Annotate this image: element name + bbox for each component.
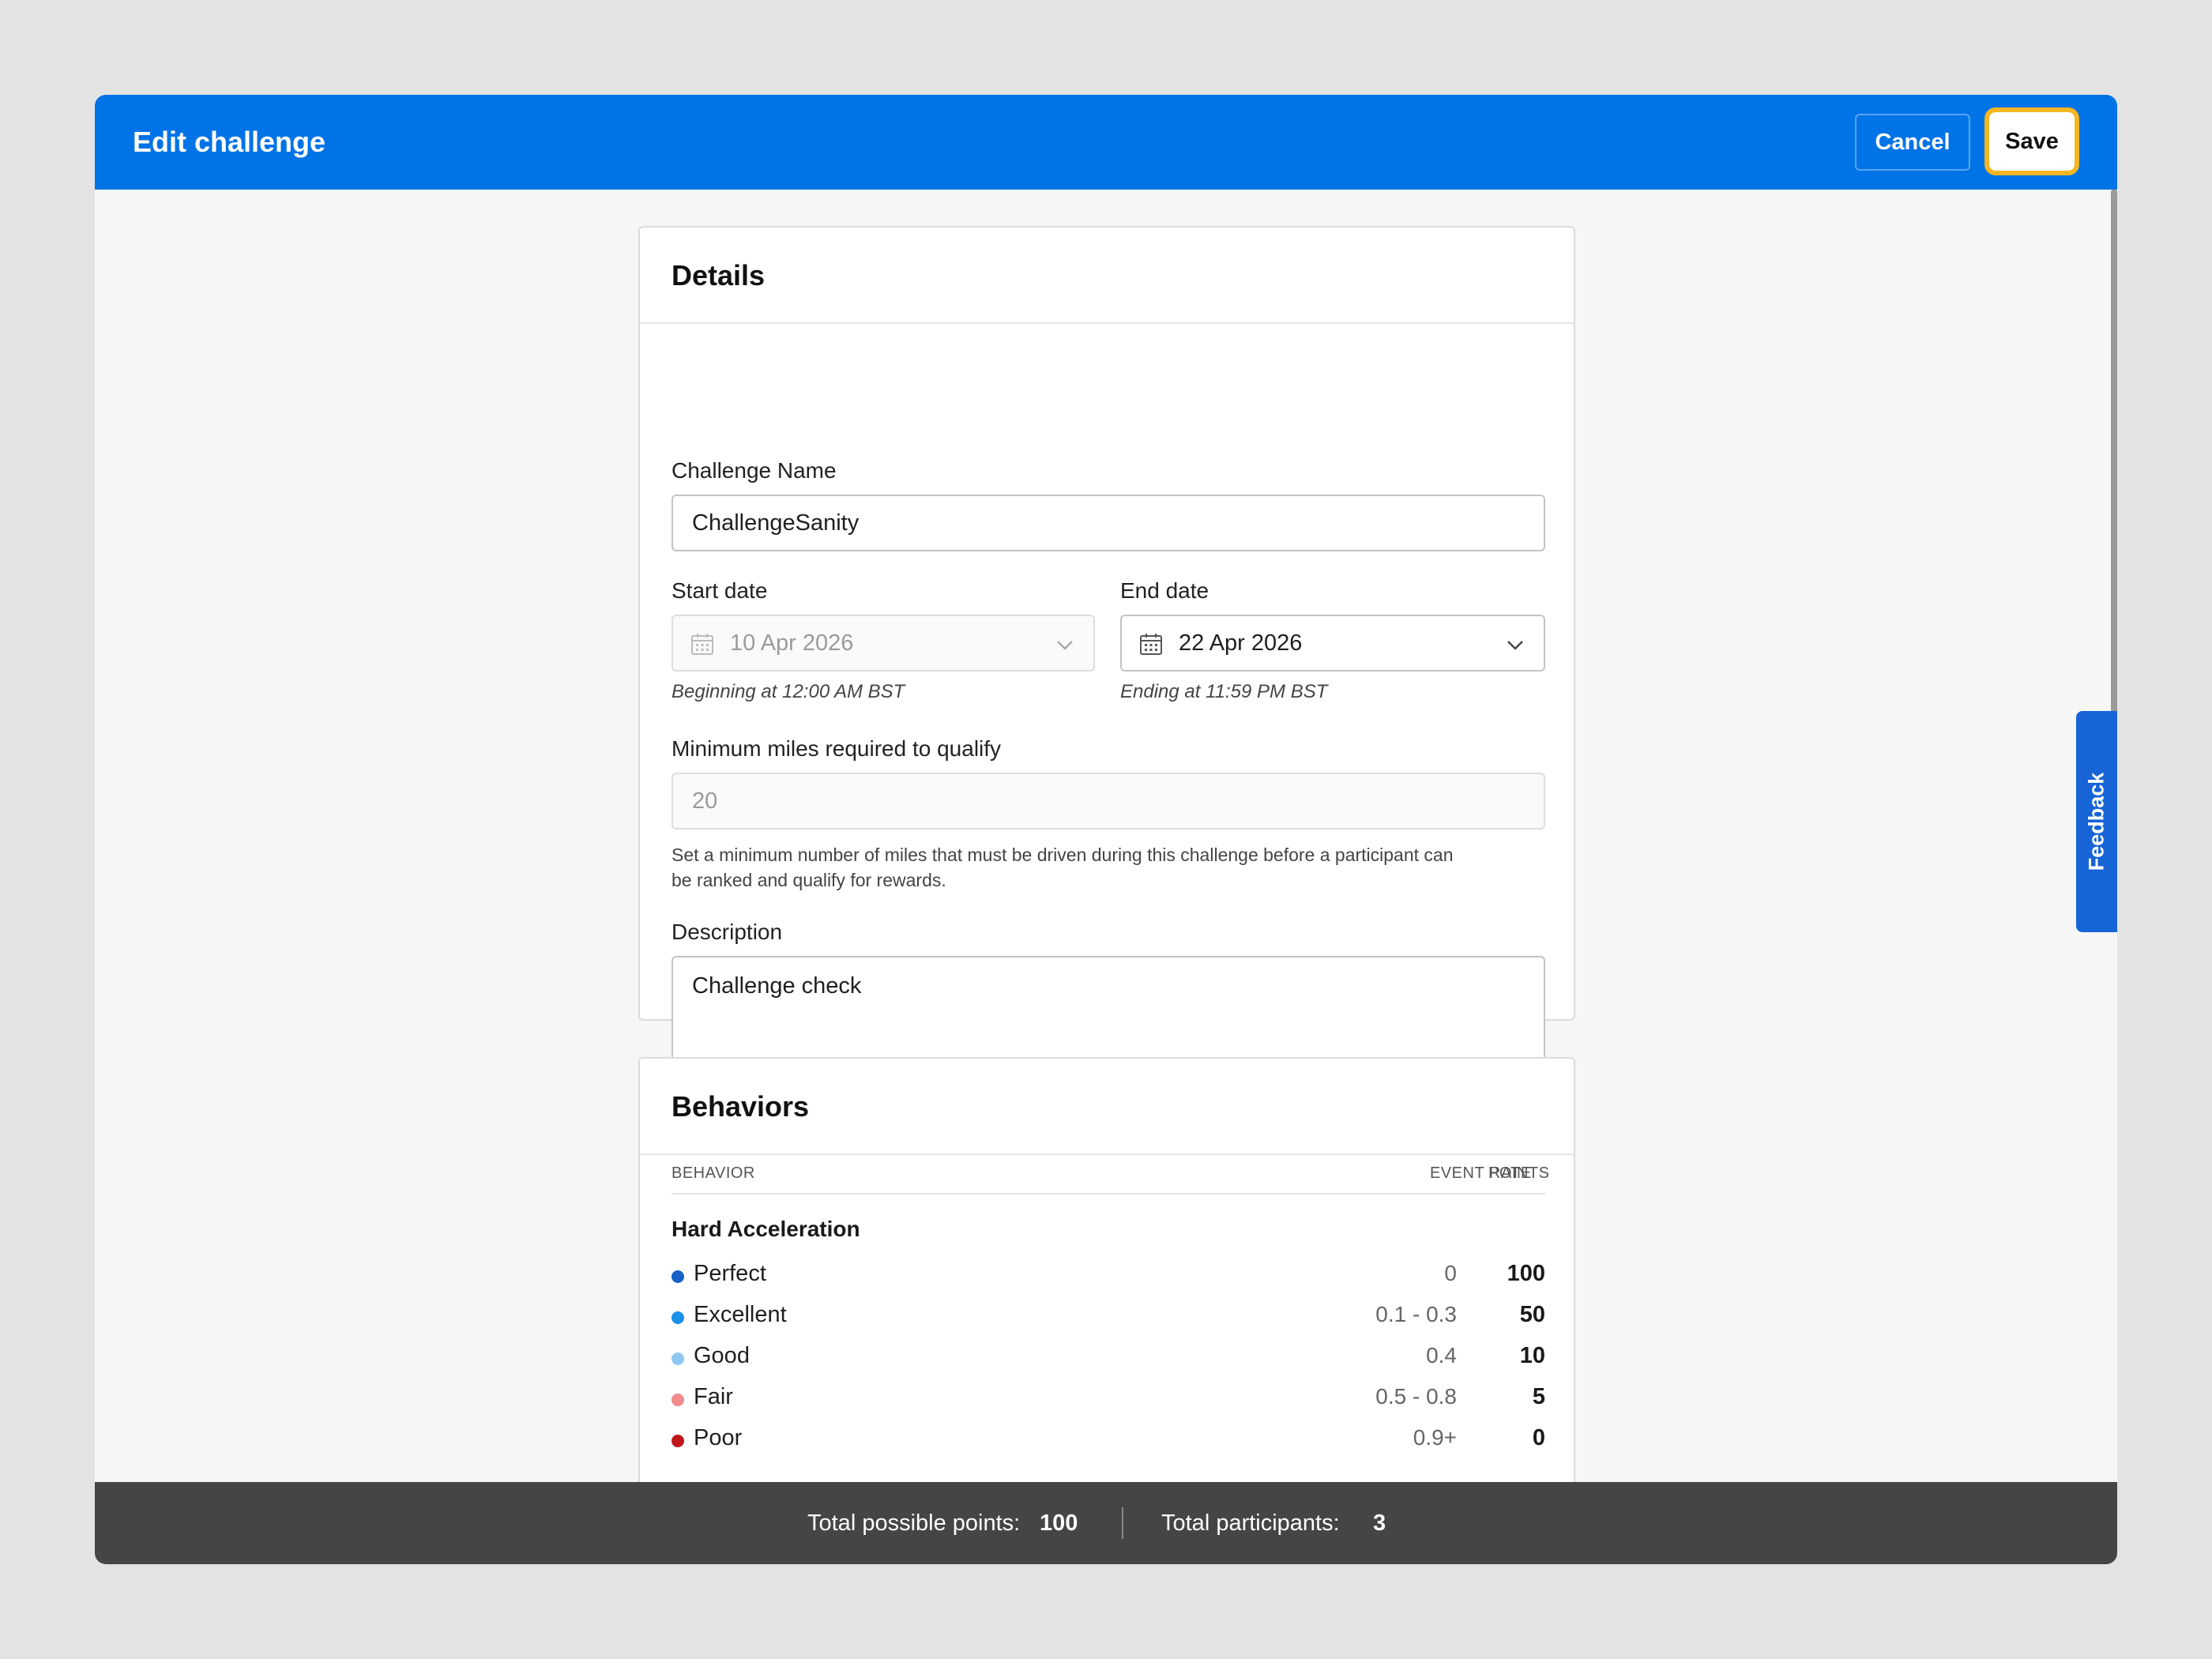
behavior-group-title: Hard Acceleration	[672, 1217, 860, 1241]
feedback-label: Feedback	[2084, 772, 2109, 871]
event-rate: 0.1 - 0.3	[1375, 1302, 1457, 1326]
table-row: Perfect 0 100	[672, 1261, 1545, 1296]
table-row: Poor 0.9+ 0	[672, 1425, 1545, 1460]
min-miles-input[interactable]: 20	[672, 773, 1545, 830]
start-date-value: 10 Apr 2026	[730, 630, 854, 656]
page-title: Edit challenge	[133, 126, 326, 158]
total-participants-value: 3	[1373, 1510, 1386, 1536]
min-miles-help-line2: be ranked and qualify for rewards.	[672, 870, 946, 890]
total-participants-label: Total participants:	[1161, 1510, 1340, 1536]
start-date-label: Start date	[672, 578, 768, 603]
feedback-tab[interactable]: Feedback	[2076, 711, 2117, 932]
min-miles-help: Set a minimum number of miles that must …	[672, 842, 1548, 893]
points: 5	[1532, 1384, 1545, 1409]
event-rate: 0.5 - 0.8	[1375, 1384, 1457, 1409]
behavior-level: Good	[694, 1343, 750, 1368]
event-rate: 0.4	[1426, 1343, 1457, 1367]
table-row: Good 0.4 10	[672, 1343, 1545, 1378]
event-rate: 0	[1444, 1261, 1457, 1285]
calendar-icon	[691, 634, 713, 655]
start-date-picker[interactable]: 10 Apr 2026	[672, 615, 1095, 672]
save-button[interactable]: Save	[1984, 107, 2079, 175]
edit-challenge-window: Edit challenge Cancel Save Feedback Deta…	[95, 95, 2117, 1564]
divider	[640, 1153, 1574, 1155]
details-title: Details	[672, 259, 766, 292]
table-row: Excellent 0.1 - 0.3 50	[672, 1302, 1545, 1337]
end-date-label: End date	[1120, 578, 1209, 603]
challenge-name-input[interactable]: ChallengeSanity	[672, 495, 1545, 551]
points: 10	[1519, 1343, 1545, 1368]
end-date-value: 22 Apr 2026	[1179, 630, 1303, 656]
details-card: Details Challenge Name ChallengeSanity S…	[638, 226, 1575, 1078]
description-value: Challenge check	[692, 973, 862, 999]
end-date-hint: Ending at 11:59 PM BST	[1120, 681, 1328, 702]
behaviors-title: Behaviors	[672, 1090, 810, 1123]
total-points-value: 100	[1040, 1510, 1078, 1536]
chevron-down-icon	[1507, 641, 1523, 650]
table-row: Fair 0.5 - 0.8 5	[672, 1384, 1545, 1419]
min-miles-value: 20	[692, 788, 718, 814]
chevron-down-icon	[1057, 641, 1073, 650]
fair-dot-icon	[672, 1394, 684, 1406]
end-date-picker[interactable]: 22 Apr 2026	[1120, 615, 1545, 672]
behavior-level: Excellent	[694, 1302, 787, 1327]
behavior-level: Fair	[694, 1384, 733, 1409]
footer-divider	[1122, 1507, 1123, 1539]
scrollbar[interactable]	[2111, 190, 2117, 758]
min-miles-help-line1: Set a minimum number of miles that must …	[672, 845, 1454, 865]
challenge-name-label: Challenge Name	[672, 458, 837, 483]
total-points-label: Total possible points:	[807, 1510, 1021, 1536]
perfect-dot-icon	[672, 1270, 684, 1283]
good-dot-icon	[672, 1352, 684, 1365]
min-miles-label: Minimum miles required to qualify	[672, 736, 1002, 761]
table-header-divider	[672, 1193, 1545, 1194]
points: 50	[1519, 1302, 1545, 1327]
behavior-level: Perfect	[694, 1261, 766, 1286]
points: 100	[1507, 1261, 1545, 1286]
header-bar: Edit challenge Cancel Save	[95, 95, 2117, 190]
start-date-hint: Beginning at 12:00 AM BST	[672, 681, 905, 702]
summary-footer: Total possible points: 100 Total partici…	[95, 1482, 2117, 1564]
poor-dot-icon	[672, 1435, 684, 1447]
cancel-button[interactable]: Cancel	[1855, 114, 1970, 171]
divider	[640, 322, 1574, 324]
points: 0	[1532, 1425, 1545, 1450]
calendar-icon	[1140, 634, 1162, 655]
event-rate: 0.9+	[1413, 1425, 1457, 1450]
challenge-name-value: ChallengeSanity	[692, 510, 860, 536]
behavior-level: Poor	[694, 1425, 743, 1450]
description-label: Description	[672, 920, 783, 944]
column-header-behavior: BEHAVIOR	[672, 1164, 755, 1182]
column-header-points: POINTS	[1488, 1164, 1550, 1182]
excellent-dot-icon	[672, 1311, 684, 1324]
